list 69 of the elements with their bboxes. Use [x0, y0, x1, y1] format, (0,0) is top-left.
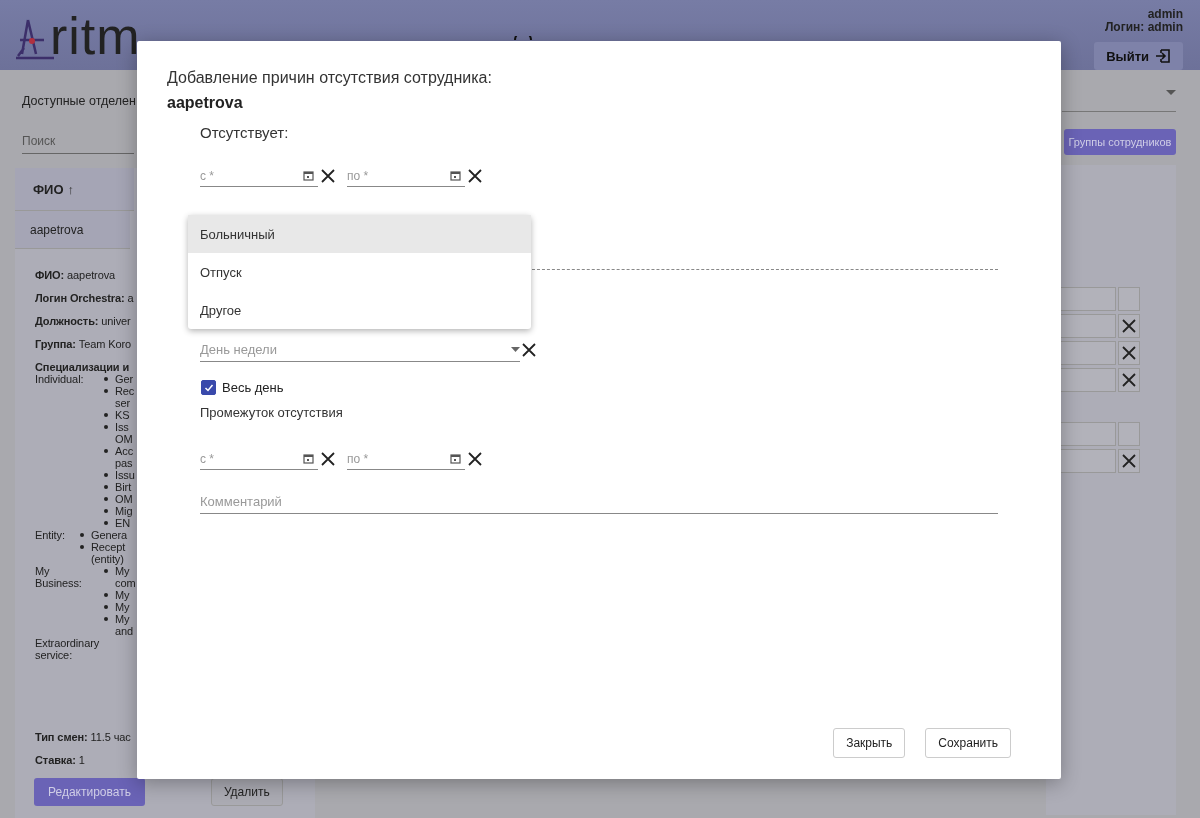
section-title: Специализации и [35, 361, 130, 373]
list-item: Issu [115, 469, 135, 481]
menu-item[interactable]: Больничный [188, 215, 531, 253]
table-row[interactable]: aapetrova [15, 211, 130, 249]
departments-label[interactable]: Доступные отделен [22, 94, 136, 108]
calendar-icon[interactable] [450, 170, 461, 181]
clear-icon[interactable] [468, 452, 482, 466]
list-item: Rec ser [115, 385, 135, 409]
list-item: My com [115, 565, 136, 589]
list-item: Acc pas [115, 445, 134, 469]
list-item: Recept (entity) [91, 541, 126, 565]
section-label: Отсутствует: [200, 124, 289, 141]
list-item: EN [115, 517, 131, 529]
list-item: Birt [115, 481, 132, 493]
save-button[interactable]: Сохранить [925, 728, 1011, 758]
detail-text: Должность: univer [35, 315, 131, 327]
search-field[interactable]: Поиск [22, 129, 134, 154]
detail-text: Тип смен: 11.5 час [35, 731, 131, 743]
group-label: My Business: [35, 565, 83, 591]
caret-icon [1166, 89, 1176, 95]
user-name: admin [1147, 8, 1183, 21]
section-label: Промежуток отсутствия [200, 405, 343, 420]
remove-button[interactable] [1118, 368, 1140, 392]
calendar-icon[interactable] [450, 453, 461, 464]
group-label: Entity: [35, 529, 66, 543]
calendar-icon[interactable] [303, 170, 314, 181]
detail-text: Логин Orchestra: a [35, 292, 134, 304]
detail-text: ФИО: aapetrova [35, 269, 116, 281]
logo-text: ritm [50, 10, 141, 62]
caret-icon [511, 346, 520, 352]
table-header[interactable]: ФИО ↑ [15, 168, 135, 211]
close-icon [1122, 454, 1136, 468]
group-label: Individual: [35, 373, 85, 387]
logout-button[interactable]: Выйти [1094, 42, 1183, 70]
detail-text: Ставка: 1 [35, 754, 85, 766]
checkmark-icon [203, 382, 214, 393]
login-label: Логин: admin [1104, 21, 1183, 34]
clear-icon[interactable] [522, 342, 536, 357]
remove-button[interactable] [1118, 449, 1140, 473]
close-icon [1122, 319, 1136, 333]
logout-icon [1155, 48, 1171, 64]
list-item: Ger [115, 373, 134, 385]
close-icon [1122, 373, 1136, 387]
detail-text: Группа: Team Koro [35, 338, 132, 350]
remove-button[interactable] [1118, 314, 1140, 338]
list-item: Iss OM [115, 421, 133, 445]
remove-button[interactable] [1118, 341, 1140, 365]
menu-item[interactable]: Другое [188, 291, 531, 329]
close-button[interactable]: Закрыть [833, 728, 906, 758]
groups-button[interactable]: Группы сотрудников [1064, 129, 1176, 155]
calendar-icon[interactable] [303, 453, 314, 464]
list-item: Genera [91, 529, 128, 541]
list-item: Mig [115, 505, 133, 517]
employee-name: aapetrova [167, 94, 244, 112]
clear-icon[interactable] [468, 169, 482, 183]
dialog-title: Добавление причин отсутствия сотрудника: [167, 69, 493, 87]
delete-button[interactable]: Удалить [210, 778, 283, 806]
group-label: Extraordinary service: [35, 637, 101, 661]
checkbox[interactable] [201, 380, 216, 395]
checkbox-label: Весь день [222, 380, 284, 395]
menu-item[interactable]: Отпуск [188, 253, 531, 291]
clear-icon[interactable] [321, 169, 335, 183]
list-item: KS [115, 409, 130, 421]
list-item: My [115, 589, 130, 601]
list-item: My and [115, 613, 134, 637]
list-item: OM [115, 493, 133, 505]
clear-icon[interactable] [321, 452, 335, 466]
close-icon [1122, 346, 1136, 360]
list-item: My [115, 601, 130, 613]
